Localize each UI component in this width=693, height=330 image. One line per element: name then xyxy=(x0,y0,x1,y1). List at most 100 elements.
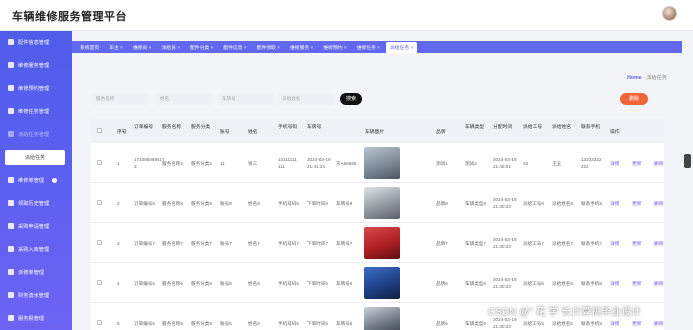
sidebar-item-repair-order[interactable]: 维修单管理 xyxy=(0,169,72,191)
user-avatar[interactable] xyxy=(662,6,677,21)
table-cell-time: 下单时间8 xyxy=(307,200,328,206)
breadcrumb: Home - 派给任务 xyxy=(627,74,667,81)
table-cell-idx: 1 xyxy=(117,160,120,166)
sidebar-item-dispatch-order[interactable]: 派修单管理 xyxy=(0,261,72,283)
tab-dispatcher[interactable]: 派给员 × xyxy=(157,41,184,53)
dispatcher-name-input[interactable]: 派给姓名 xyxy=(278,93,334,105)
delete-row-button[interactable]: 删除 xyxy=(654,160,664,167)
col-header: 分配时间 xyxy=(493,125,513,130)
sidebar-item-pickup-history[interactable]: 领取历史管理 xyxy=(0,192,72,214)
list-icon xyxy=(8,131,14,137)
table-cell-category: 服务分类7 xyxy=(191,240,212,246)
tab-repair-booking[interactable]: 维修预约 × xyxy=(319,41,350,53)
sidebar-item-finance[interactable]: 财务流水管理 xyxy=(0,284,72,306)
col-header: 订单编号 xyxy=(134,125,154,130)
table-cell-time: 2024-03-19 21:41:34 xyxy=(307,157,331,169)
table-cell-category: 服务分类5 xyxy=(191,320,212,326)
table-cell-plate: 车牌号5 xyxy=(336,320,353,326)
row-checkbox[interactable] xyxy=(97,320,102,325)
table-cell-type: 车辆类型7 xyxy=(465,240,486,246)
col-header: 派给姓名 xyxy=(552,125,572,130)
table-cell-brand: 品牌6 xyxy=(436,280,448,286)
table-cell-order: 171085569417 3 xyxy=(134,157,165,169)
sidebar-item-purchase-stock[interactable]: 采购入库管理 xyxy=(0,238,72,260)
table-cell-order: 订单编号7 xyxy=(134,240,155,246)
tab-owner[interactable]: 车主 × xyxy=(105,41,127,53)
row-checkbox[interactable] xyxy=(97,160,102,165)
detail-button[interactable]: 详情 xyxy=(610,240,620,247)
table-cell-order: 订单编号8 xyxy=(134,200,155,206)
table-cell-assign: 2024-03-19 21:30:33 xyxy=(493,317,517,329)
col-header: 服务名称 xyxy=(162,125,182,130)
tab-home[interactable]: 系统首页 xyxy=(76,41,103,53)
flag-icon xyxy=(8,39,14,45)
list-icon xyxy=(8,108,14,114)
name-input[interactable]: 姓名 xyxy=(156,93,212,105)
sidebar-item-service[interactable]: 维修服务管理 xyxy=(0,54,72,76)
sidebar-item-dispatch-task[interactable]: 派给任务管理 xyxy=(0,123,72,145)
update-button[interactable]: 更新 xyxy=(632,160,642,167)
detail-button[interactable]: 详情 xyxy=(610,320,620,327)
table-cell-order: 订单编号5 xyxy=(134,320,155,326)
select-all-checkbox[interactable] xyxy=(97,128,102,133)
sidebar-item-service-report[interactable]: 服务报管理 xyxy=(0,307,72,329)
sidebar-item-label: 领取历史管理 xyxy=(18,200,50,207)
delete-row-button[interactable]: 删除 xyxy=(654,240,664,247)
sidebar-subitem-dispatch-task[interactable]: 派给任务 xyxy=(5,150,65,165)
row-checkbox[interactable] xyxy=(97,240,102,245)
col-header: 联系手机 xyxy=(581,125,601,130)
car-image xyxy=(364,187,400,219)
row-checkbox[interactable] xyxy=(97,200,102,205)
update-button[interactable]: 更新 xyxy=(632,320,642,327)
table-cell-type: 车辆类型5 xyxy=(465,320,486,326)
sidebar-item-repair-task[interactable]: 维修任务管理 xyxy=(0,100,72,122)
table-cell-time: 下单时间7 xyxy=(307,240,328,246)
side-toggle-handle[interactable] xyxy=(684,154,691,168)
tab-repair-task[interactable]: 维修任务 × xyxy=(353,41,384,53)
search-button[interactable]: 搜索 xyxy=(340,93,362,105)
list-icon xyxy=(8,269,14,275)
tab-parts-info[interactable]: 配件信息 × xyxy=(219,41,250,53)
table-cell-contact: 联系手机6 xyxy=(581,280,602,286)
tab-mechanic[interactable]: 维修员 × xyxy=(129,41,156,53)
row-checkbox[interactable] xyxy=(97,280,102,285)
tab-parts-category[interactable]: 配件分类 × xyxy=(186,41,217,53)
table-cell-brand: 品牌7 xyxy=(436,240,448,246)
sidebar-item-label: 采购申请管理 xyxy=(18,223,50,230)
delete-row-button[interactable]: 删除 xyxy=(654,280,664,287)
table-cell-assign: 2024-03-19 21:30:33 xyxy=(493,197,517,209)
sidebar-item-label: 维修预约管理 xyxy=(18,85,50,92)
table-cell-contact: 联系手机8 xyxy=(581,200,602,206)
tab-dispatch-task[interactable]: 派给任务 × xyxy=(385,42,418,53)
sidebar-item-label: 派修单管理 xyxy=(18,269,44,276)
detail-button[interactable]: 详情 xyxy=(610,160,620,167)
detail-button[interactable]: 详情 xyxy=(610,280,620,287)
sidebar-item-purchase-request[interactable]: 采购申请管理 xyxy=(0,215,72,237)
table-cell-account: 账号7 xyxy=(220,240,232,246)
sidebar-item-label: 财务流水管理 xyxy=(18,292,50,299)
update-button[interactable]: 更新 xyxy=(632,240,642,247)
list-icon xyxy=(8,315,14,321)
col-header: 车辆类型 xyxy=(465,125,485,130)
car-image xyxy=(364,147,400,179)
table-cell-phone: 手机号码5 xyxy=(278,320,299,326)
breadcrumb-separator: - xyxy=(643,75,645,81)
tab-repair-service[interactable]: 维修服务 × xyxy=(286,41,317,53)
sidebar-item-label: 服务报管理 xyxy=(18,315,44,322)
sidebar-item-parts[interactable]: 配件信息管理 xyxy=(0,31,72,53)
table-cell-account: 账号5 xyxy=(220,320,232,326)
update-button[interactable]: 更新 xyxy=(632,200,642,207)
delete-row-button[interactable]: 删除 xyxy=(654,200,664,207)
table-cell-category: 服务分类8 xyxy=(191,200,212,206)
detail-button[interactable]: 详情 xyxy=(610,200,620,207)
tab-parts-pickup[interactable]: 配件领取 × xyxy=(253,41,284,53)
plate-input[interactable]: 车牌号 xyxy=(218,93,274,105)
delete-row-button[interactable]: 删除 xyxy=(654,320,664,327)
update-button[interactable]: 更新 xyxy=(632,280,642,287)
service-name-input[interactable]: 服务名称 xyxy=(92,93,148,105)
delete-button[interactable]: 删除 xyxy=(620,93,648,105)
sidebar-item-booking[interactable]: 维修预约管理 xyxy=(0,77,72,99)
table-cell-worker_id: 派给工号6 xyxy=(523,280,544,286)
list-icon xyxy=(8,246,14,252)
breadcrumb-home[interactable]: Home xyxy=(627,75,641,81)
